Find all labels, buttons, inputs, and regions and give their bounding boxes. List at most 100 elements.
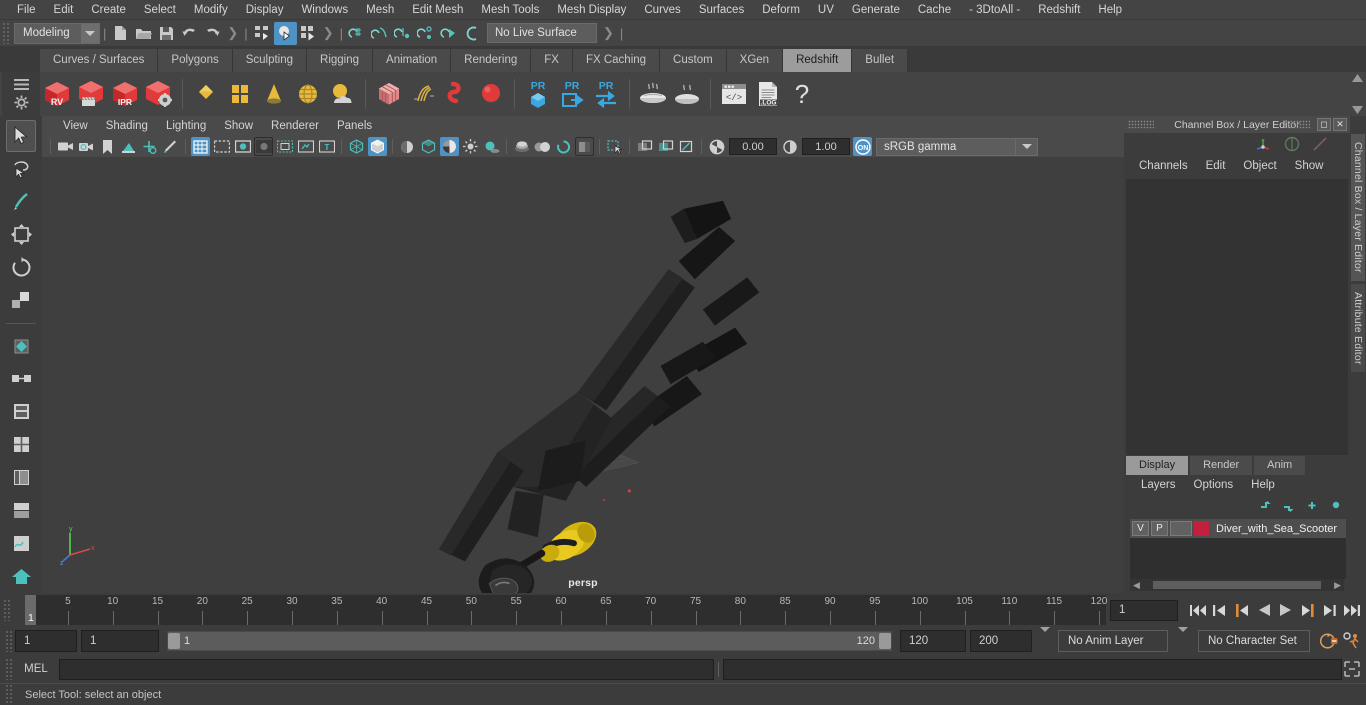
command-language-label[interactable]: MEL [13,663,59,675]
menu-edit-mesh[interactable]: Edit Mesh [403,0,472,20]
menu-generate[interactable]: Generate [843,0,909,20]
snap-point-icon[interactable] [392,22,415,45]
undo-icon[interactable] [178,22,201,45]
script-editor-icon[interactable] [1344,661,1360,677]
menu-select[interactable]: Select [135,0,185,20]
new-layer-icon[interactable] [1301,500,1317,513]
snap-projected-center-icon[interactable] [415,22,438,45]
menu-modify[interactable]: Modify [185,0,237,20]
select-component-icon[interactable] [297,22,320,45]
auto-key-icon[interactable] [1318,630,1339,652]
viewport-menu-view[interactable]: View [54,116,97,136]
layer-menu-options[interactable]: Options [1185,475,1243,495]
contrast-icon[interactable] [780,137,799,156]
viewport-menu-show[interactable]: Show [215,116,262,136]
mel-command-input[interactable] [59,658,714,680]
camera-attributes-icon[interactable] [77,137,96,156]
channel-menu-object[interactable]: Object [1234,155,1285,177]
range-start-handle[interactable] [168,633,180,649]
menu-display[interactable]: Display [237,0,293,20]
menu-surfaces[interactable]: Surfaces [690,0,753,20]
xray-icon[interactable] [635,137,654,156]
current-frame-field[interactable]: 1 [1110,599,1178,621]
shelf-tab-polygons[interactable]: Polygons [158,49,233,72]
grid-toggle-icon[interactable] [191,137,210,156]
snap-curve-icon[interactable] [369,22,392,45]
menu-deform[interactable]: Deform [753,0,809,20]
image-plane-icon[interactable] [119,137,138,156]
menu-uv[interactable]: UV [809,0,843,20]
layout-outliner-persp[interactable] [6,462,36,494]
redshift-bake-icon[interactable] [636,75,670,113]
redshift-help-icon[interactable]: ? [785,75,819,113]
command-line-grip[interactable] [5,658,13,680]
lasso-select-tool[interactable] [6,153,36,185]
go-to-start-icon[interactable] [1187,599,1208,621]
redshift-curve-icon[interactable] [440,75,474,113]
exposure-icon[interactable] [707,137,726,156]
new-layer-from-selected-icon[interactable] [1324,500,1340,513]
view-transform-toggle-icon[interactable]: ON [853,137,872,156]
layout-hypergraph[interactable] [6,494,36,526]
redshift-sphere-icon[interactable] [474,75,508,113]
viewport-menu-lighting[interactable]: Lighting [157,116,215,136]
exposure-value[interactable]: 0.00 [729,138,777,155]
anim-layer-chevron-icon[interactable] [1040,627,1050,650]
redshift-matte-icon[interactable] [223,75,257,113]
new-scene-icon[interactable] [109,22,132,45]
shelf-tab-xgen[interactable]: XGen [726,49,784,72]
shelf-tab-rigging[interactable]: Rigging [307,49,374,72]
select-hierarchy-icon[interactable] [251,22,274,45]
field-chart-icon[interactable] [275,137,294,156]
menu-set-dropdown[interactable]: Modeling [14,22,100,44]
redshift-pr-export-icon[interactable]: PR [555,75,589,113]
menu-mesh-display[interactable]: Mesh Display [548,0,635,20]
layer-menu-layers[interactable]: Layers [1132,475,1185,495]
vertical-tab-channel-box[interactable]: Channel Box / Layer Editor [1351,134,1365,281]
shelf-tab-animation[interactable]: Animation [373,49,452,72]
redshift-volume-icon[interactable] [372,75,406,113]
go-to-end-icon[interactable] [1341,599,1362,621]
layer-menu-help[interactable]: Help [1242,475,1284,495]
play-backwards-icon[interactable] [1253,599,1274,621]
select-tool[interactable] [6,120,36,152]
menu-edit[interactable]: Edit [45,0,83,20]
checker-texture-icon[interactable] [440,137,459,156]
last-tool-used[interactable] [6,330,36,362]
grease-pencil-icon[interactable] [161,137,180,156]
scroll-thumb[interactable] [1152,581,1322,589]
redshift-hair-icon[interactable] [406,75,440,113]
viewport-menu-renderer[interactable]: Renderer [262,116,328,136]
wireframe-icon[interactable] [347,137,366,156]
vertical-tab-attribute-editor[interactable]: Attribute Editor [1351,283,1365,373]
shelf-options-gear-icon[interactable] [14,95,29,110]
layer-name[interactable]: Diver_with_Sea_Scooter [1216,523,1337,535]
smooth-shade-all-icon[interactable] [368,137,387,156]
channel-menu-show[interactable]: Show [1286,155,1333,177]
channel-box-content[interactable] [1126,179,1348,455]
menu-help[interactable]: Help [1089,0,1131,20]
menu-create[interactable]: Create [82,0,135,20]
redshift-log-icon[interactable]: .LOG [751,75,785,113]
menu-3dtoall[interactable]: - 3DtoAll - [960,0,1029,20]
status-line-grip[interactable] [2,22,10,44]
range-slider-grip[interactable] [5,630,13,652]
xray-active-components-icon[interactable] [677,137,696,156]
layer-row-diver[interactable]: V P Diver_with_Sea_Scooter [1130,519,1346,538]
help-line-grip[interactable] [5,683,13,705]
motion-blur-icon[interactable] [533,137,552,156]
move-tool[interactable] [6,219,36,251]
shelf-menu-icon[interactable] [13,78,29,90]
resolution-gate-icon[interactable] [233,137,252,156]
command-result-field[interactable] [723,658,1342,680]
redshift-proxy-icon[interactable] [189,75,223,113]
range-end-time-field[interactable]: 120 [900,630,966,652]
layout-persp-graph[interactable] [6,527,36,559]
rotate-tool[interactable] [6,251,36,283]
shelf-tab-sculpting[interactable]: Sculpting [232,49,308,72]
menu-mesh[interactable]: Mesh [357,0,403,20]
viewport-menu-panels[interactable]: Panels [328,116,381,136]
move-layer-up-icon[interactable] [1255,500,1271,513]
layer-tab-render[interactable]: Render [1190,456,1253,475]
textured-icon[interactable] [419,137,438,156]
